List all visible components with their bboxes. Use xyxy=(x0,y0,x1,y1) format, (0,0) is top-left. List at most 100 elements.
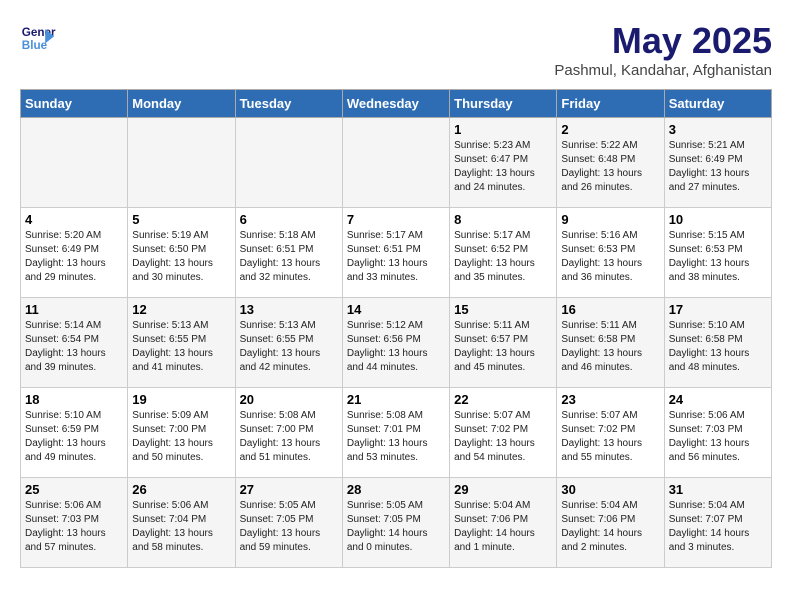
calendar-cell: 11 Sunrise: 5:14 AM Sunset: 6:54 PM Dayli… xyxy=(21,298,128,388)
calendar-table: SundayMondayTuesdayWednesdayThursdayFrid… xyxy=(20,89,772,568)
calendar-header-sunday: Sunday xyxy=(21,90,128,118)
calendar-cell: 21 Sunrise: 5:08 AM Sunset: 7:01 PM Dayli… xyxy=(342,388,449,478)
day-info: Sunrise: 5:04 AM Sunset: 7:06 PM Dayligh… xyxy=(561,499,659,555)
day-number: 2 xyxy=(561,122,659,137)
subtitle: Pashmul, Kandahar, Afghanistan xyxy=(554,62,772,79)
day-info: Sunrise: 5:13 AM Sunset: 6:55 PM Dayligh… xyxy=(240,319,338,375)
day-info: Sunrise: 5:17 AM Sunset: 6:51 PM Dayligh… xyxy=(347,229,445,285)
calendar-week-1: 1Sunrise: 5:23 AM Sunset: 6:47 PM Daylig… xyxy=(21,118,772,208)
calendar-week-4: 18 Sunrise: 5:10 AM Sunset: 6:59 PM Dayli… xyxy=(21,388,772,478)
calendar-cell: 3Sunrise: 5:21 AM Sunset: 6:49 PM Daylig… xyxy=(664,118,771,208)
day-number: 25 xyxy=(25,482,123,497)
day-info: Sunrise: 5:06 AM Sunset: 7:04 PM Dayligh… xyxy=(132,499,230,555)
day-number: 20 xyxy=(240,392,338,407)
day-info: Sunrise: 5:13 AM Sunset: 6:55 PM Dayligh… xyxy=(132,319,230,375)
day-number: 24 xyxy=(669,392,767,407)
calendar-body: 1Sunrise: 5:23 AM Sunset: 6:47 PM Daylig… xyxy=(21,118,772,568)
calendar-cell: 19Sunrise: 5:09 AM Sunset: 7:00 PM Dayli… xyxy=(128,388,235,478)
svg-text:Blue: Blue xyxy=(22,39,48,52)
day-number: 23 xyxy=(561,392,659,407)
day-info: Sunrise: 5:10 AM Sunset: 6:58 PM Dayligh… xyxy=(669,319,767,375)
day-info: Sunrise: 5:11 AM Sunset: 6:58 PM Dayligh… xyxy=(561,319,659,375)
calendar-cell: 27 Sunrise: 5:05 AM Sunset: 7:05 PM Dayli… xyxy=(235,478,342,568)
day-number: 3 xyxy=(669,122,767,137)
calendar-cell: 16 Sunrise: 5:11 AM Sunset: 6:58 PM Dayli… xyxy=(557,298,664,388)
calendar-cell: 6 Sunrise: 5:18 AM Sunset: 6:51 PM Daylig… xyxy=(235,208,342,298)
calendar-cell: 12 Sunrise: 5:13 AM Sunset: 6:55 PM Dayli… xyxy=(128,298,235,388)
day-number: 30 xyxy=(561,482,659,497)
day-number: 29 xyxy=(454,482,552,497)
calendar-cell: 14 Sunrise: 5:12 AM Sunset: 6:56 PM Dayli… xyxy=(342,298,449,388)
calendar-week-5: 25Sunrise: 5:06 AM Sunset: 7:03 PM Dayli… xyxy=(21,478,772,568)
day-number: 16 xyxy=(561,302,659,317)
day-number: 14 xyxy=(347,302,445,317)
calendar-header-thursday: Thursday xyxy=(450,90,557,118)
day-info: Sunrise: 5:06 AM Sunset: 7:03 PM Dayligh… xyxy=(669,409,767,465)
calendar-cell: 23 Sunrise: 5:07 AM Sunset: 7:02 PM Dayli… xyxy=(557,388,664,478)
calendar-header-row: SundayMondayTuesdayWednesdayThursdayFrid… xyxy=(21,90,772,118)
day-info: Sunrise: 5:19 AM Sunset: 6:50 PM Dayligh… xyxy=(132,229,230,285)
calendar-week-3: 11 Sunrise: 5:14 AM Sunset: 6:54 PM Dayli… xyxy=(21,298,772,388)
calendar-header-saturday: Saturday xyxy=(664,90,771,118)
day-info: Sunrise: 5:09 AM Sunset: 7:00 PM Dayligh… xyxy=(132,409,230,465)
day-number: 21 xyxy=(347,392,445,407)
day-number: 8 xyxy=(454,212,552,227)
calendar-cell: 28 Sunrise: 5:05 AM Sunset: 7:05 PM Dayli… xyxy=(342,478,449,568)
logo-icon: General Blue xyxy=(20,20,56,56)
day-info: Sunrise: 5:12 AM Sunset: 6:56 PM Dayligh… xyxy=(347,319,445,375)
day-number: 9 xyxy=(561,212,659,227)
day-info: Sunrise: 5:16 AM Sunset: 6:53 PM Dayligh… xyxy=(561,229,659,285)
day-number: 15 xyxy=(454,302,552,317)
day-info: Sunrise: 5:15 AM Sunset: 6:53 PM Dayligh… xyxy=(669,229,767,285)
logo: General Blue xyxy=(20,20,56,56)
day-info: Sunrise: 5:18 AM Sunset: 6:51 PM Dayligh… xyxy=(240,229,338,285)
calendar-cell: 26Sunrise: 5:06 AM Sunset: 7:04 PM Dayli… xyxy=(128,478,235,568)
day-number: 6 xyxy=(240,212,338,227)
day-info: Sunrise: 5:14 AM Sunset: 6:54 PM Dayligh… xyxy=(25,319,123,375)
calendar-cell xyxy=(342,118,449,208)
day-number: 27 xyxy=(240,482,338,497)
day-number: 4 xyxy=(25,212,123,227)
day-number: 17 xyxy=(669,302,767,317)
calendar-header-wednesday: Wednesday xyxy=(342,90,449,118)
day-info: Sunrise: 5:17 AM Sunset: 6:52 PM Dayligh… xyxy=(454,229,552,285)
calendar-cell: 1Sunrise: 5:23 AM Sunset: 6:47 PM Daylig… xyxy=(450,118,557,208)
calendar-cell: 10 Sunrise: 5:15 AM Sunset: 6:53 PM Dayli… xyxy=(664,208,771,298)
calendar-cell: 25Sunrise: 5:06 AM Sunset: 7:03 PM Dayli… xyxy=(21,478,128,568)
day-number: 10 xyxy=(669,212,767,227)
day-number: 28 xyxy=(347,482,445,497)
day-info: Sunrise: 5:05 AM Sunset: 7:05 PM Dayligh… xyxy=(347,499,445,555)
day-info: Sunrise: 5:22 AM Sunset: 6:48 PM Dayligh… xyxy=(561,139,659,195)
calendar-cell: 5 Sunrise: 5:19 AM Sunset: 6:50 PM Daylig… xyxy=(128,208,235,298)
header: General Blue May 2025 Pashmul, Kandahar,… xyxy=(20,20,772,79)
day-number: 13 xyxy=(240,302,338,317)
calendar-cell: 29 Sunrise: 5:04 AM Sunset: 7:06 PM Dayli… xyxy=(450,478,557,568)
day-info: Sunrise: 5:23 AM Sunset: 6:47 PM Dayligh… xyxy=(454,139,552,195)
calendar-cell: 30 Sunrise: 5:04 AM Sunset: 7:06 PM Dayli… xyxy=(557,478,664,568)
day-info: Sunrise: 5:08 AM Sunset: 7:01 PM Dayligh… xyxy=(347,409,445,465)
day-number: 5 xyxy=(132,212,230,227)
calendar-cell: 9 Sunrise: 5:16 AM Sunset: 6:53 PM Daylig… xyxy=(557,208,664,298)
day-number: 7 xyxy=(347,212,445,227)
calendar-cell: 7 Sunrise: 5:17 AM Sunset: 6:51 PM Daylig… xyxy=(342,208,449,298)
calendar-cell xyxy=(21,118,128,208)
calendar-cell: 4 Sunrise: 5:20 AM Sunset: 6:49 PM Daylig… xyxy=(21,208,128,298)
day-number: 18 xyxy=(25,392,123,407)
calendar-cell xyxy=(235,118,342,208)
day-number: 11 xyxy=(25,302,123,317)
calendar-cell xyxy=(128,118,235,208)
day-info: Sunrise: 5:04 AM Sunset: 7:06 PM Dayligh… xyxy=(454,499,552,555)
calendar-cell: 8 Sunrise: 5:17 AM Sunset: 6:52 PM Daylig… xyxy=(450,208,557,298)
day-info: Sunrise: 5:20 AM Sunset: 6:49 PM Dayligh… xyxy=(25,229,123,285)
day-number: 12 xyxy=(132,302,230,317)
calendar-cell: 31Sunrise: 5:04 AM Sunset: 7:07 PM Dayli… xyxy=(664,478,771,568)
calendar-cell: 20 Sunrise: 5:08 AM Sunset: 7:00 PM Dayli… xyxy=(235,388,342,478)
calendar-cell: 15Sunrise: 5:11 AM Sunset: 6:57 PM Dayli… xyxy=(450,298,557,388)
day-info: Sunrise: 5:05 AM Sunset: 7:05 PM Dayligh… xyxy=(240,499,338,555)
day-number: 31 xyxy=(669,482,767,497)
calendar-week-2: 4 Sunrise: 5:20 AM Sunset: 6:49 PM Daylig… xyxy=(21,208,772,298)
day-info: Sunrise: 5:08 AM Sunset: 7:00 PM Dayligh… xyxy=(240,409,338,465)
calendar-cell: 22Sunrise: 5:07 AM Sunset: 7:02 PM Dayli… xyxy=(450,388,557,478)
day-info: Sunrise: 5:10 AM Sunset: 6:59 PM Dayligh… xyxy=(25,409,123,465)
day-info: Sunrise: 5:07 AM Sunset: 7:02 PM Dayligh… xyxy=(561,409,659,465)
